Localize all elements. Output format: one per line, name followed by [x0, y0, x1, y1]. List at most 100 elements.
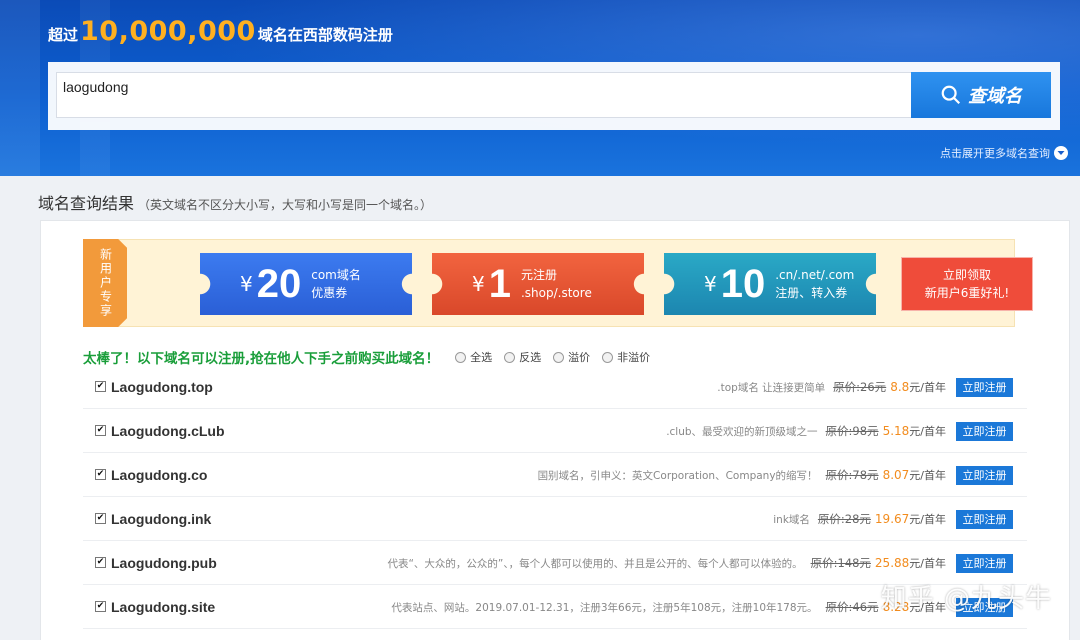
register-button[interactable]: 立即注册 — [956, 553, 1013, 573]
coupon-line1: com域名 — [311, 268, 361, 282]
domain-name: Laogudong.co — [111, 466, 208, 483]
coupon-amount: 10 — [720, 261, 766, 306]
coupon-line2: 注册、转入券 — [775, 286, 848, 300]
domain-search-input[interactable] — [56, 72, 911, 118]
coupon-line2: .shop/.store — [520, 286, 592, 300]
coupon-desc: com域名 优惠券 — [311, 266, 361, 302]
coupon-shop-store[interactable]: ¥ 1 元注册 .shop/.store — [432, 253, 644, 315]
radio-label: 溢价 — [568, 351, 591, 364]
domain-name: Laogudong.ink — [111, 510, 212, 527]
radio-label: 非溢价 — [617, 351, 651, 364]
table-row: ✔ Laogudong.cLub .club、最受欢迎的新顶级域之一 原价:98… — [83, 409, 1027, 453]
hero-title: 超过 10,000,000 域名在西部数码注册 — [48, 16, 393, 47]
radio-circle-icon — [602, 351, 614, 363]
title-prefix: 超过 — [48, 26, 79, 44]
sale-price: 25.88 — [874, 556, 910, 570]
original-price: 原价:28元 — [817, 512, 871, 526]
domain-checkbox[interactable]: ✔ — [95, 557, 106, 568]
coupon-yen: ¥ — [240, 272, 253, 296]
price-unit: 元/首年 — [909, 513, 946, 526]
promo-banner: 新用户专享 ¥ 20 com域名 优惠券 ¥ 1 元注册 .shop/.stor… — [83, 239, 1033, 327]
radio-circle-icon — [455, 351, 467, 363]
domain-checkbox[interactable]: ✔ — [95, 381, 106, 392]
domain-price-group: ink域名 原价:28元 19.67 元/首年 立即注册 — [773, 497, 1013, 541]
coupon-line1: 元注册 — [520, 268, 557, 282]
domain-note: 代表“、大众的，公众的”、，每个人都可以使用的、并且是公开的、每个人都可以体验的… — [387, 557, 803, 570]
domain-note: 国别域名，引申义：英文Corporation、Company的缩写！ — [537, 469, 818, 482]
sale-price: 8.8 — [890, 380, 910, 394]
results-heading: 域名查询结果 （英文域名不区分大小写，大写和小写是同一个域名。） — [38, 190, 432, 214]
title-number: 10,000,000 — [80, 16, 256, 47]
original-price: 原价:46元 — [825, 600, 879, 614]
domain-note: .top域名 让连接更简单 — [717, 381, 826, 394]
radio-premium[interactable]: 溢价 — [553, 349, 590, 365]
coupon-amount: 20 — [256, 261, 302, 306]
claim-gift-button[interactable]: 立即领取 新用户6重好礼! — [901, 257, 1033, 311]
domain-checkbox[interactable]: ✔ — [95, 469, 106, 480]
register-button[interactable]: 立即注册 — [956, 509, 1013, 529]
coupon-desc: 元注册 .shop/.store — [521, 266, 592, 302]
sale-price: 8.07 — [882, 468, 910, 482]
available-message: 太棒了！以下域名可以注册,抢在他人下手之前购买此域名！ — [83, 351, 440, 367]
price-unit: 元/首年 — [909, 469, 946, 482]
search-hero: 超过 10,000,000 域名在西部数码注册 查域名 点击展开更多域名查询 — [0, 0, 1080, 176]
price-unit: 元/首年 — [909, 381, 946, 394]
results-panel: 新用户专享 ¥ 20 com域名 优惠券 ¥ 1 元注册 .shop/.stor… — [40, 220, 1070, 640]
claim-line1: 立即领取 — [942, 268, 991, 282]
domain-checkbox[interactable]: ✔ — [95, 601, 106, 612]
coupon-yen: ¥ — [472, 272, 485, 296]
radio-select-all[interactable]: 全选 — [455, 349, 492, 365]
coupon-line1: .cn/.net/.com — [775, 268, 855, 282]
original-price: 原价:26元 — [833, 380, 887, 394]
original-price: 原价:148元 — [810, 556, 871, 570]
coupon-com[interactable]: ¥ 20 com域名 优惠券 — [200, 253, 412, 315]
table-row: ✔ Laogudong.co 国别域名，引申义：英文Corporation、Co… — [83, 453, 1027, 497]
chevron-down-icon — [1054, 146, 1068, 160]
domain-note: .club、最受欢迎的新顶级域之一 — [666, 425, 818, 438]
domain-checkbox[interactable]: ✔ — [95, 425, 106, 436]
new-user-tag: 新用户专享 — [83, 239, 127, 327]
search-domain-button[interactable]: 查域名 — [911, 72, 1051, 118]
original-price: 原价:98元 — [825, 424, 879, 438]
table-row: ✔ Laogudong.ink ink域名 原价:28元 19.67 元/首年 … — [83, 497, 1027, 541]
register-button[interactable]: 立即注册 — [956, 421, 1013, 441]
domain-name: Laogudong.pub — [111, 554, 217, 571]
watermark: 知乎 @九头牛 — [880, 584, 1052, 614]
radio-invert[interactable]: 反选 — [504, 349, 541, 365]
domain-price-group: 国别域名，引申义：英文Corporation、Company的缩写！ 原价:78… — [538, 453, 1013, 497]
radio-label: 全选 — [470, 351, 493, 364]
sale-price: 19.67 — [874, 512, 910, 526]
register-button[interactable]: 立即注册 — [956, 377, 1013, 397]
table-row: ✔ Laogudong.top .top域名 让连接更简单 原价:26元 8.8… — [83, 365, 1027, 409]
sale-price: 5.18 — [882, 424, 910, 438]
original-price: 原价:78元 — [825, 468, 879, 482]
coupon-cn-net-com[interactable]: ¥ 10 .cn/.net/.com 注册、转入券 — [664, 253, 876, 315]
search-icon — [941, 85, 961, 105]
results-title: 域名查询结果 — [38, 194, 135, 213]
claim-line2: 新用户6重好礼! — [924, 286, 1010, 300]
radio-label: 反选 — [519, 351, 542, 364]
radio-non-premium[interactable]: 非溢价 — [602, 349, 650, 365]
register-button[interactable]: 立即注册 — [956, 465, 1013, 485]
radio-circle-icon — [553, 351, 565, 363]
price-unit: 元/首年 — [909, 557, 946, 570]
domain-name: Laogudong.site — [111, 598, 216, 615]
coupon-desc: .cn/.net/.com 注册、转入券 — [775, 266, 854, 302]
radio-circle-icon — [504, 351, 516, 363]
more-domain-query-link[interactable]: 点击展开更多域名查询 — [940, 145, 1068, 161]
results-note: （英文域名不区分大小写，大写和小写是同一个域名。） — [138, 198, 433, 212]
search-button-label: 查域名 — [968, 86, 1022, 107]
domain-name: Laogudong.cLub — [111, 422, 225, 439]
search-bar: 查域名 — [48, 62, 1060, 130]
filter-row: 太棒了！以下域名可以注册,抢在他人下手之前购买此域名！ 全选 反选 溢价 非溢价 — [83, 347, 662, 367]
more-link-label: 点击展开更多域名查询 — [940, 147, 1050, 160]
domain-name: Laogudong.top — [111, 378, 213, 395]
domain-checkbox[interactable]: ✔ — [95, 513, 106, 524]
coupon-yen: ¥ — [704, 272, 717, 296]
domain-price-group: .club、最受欢迎的新顶级域之一 原价:98元 5.18 元/首年 立即注册 — [666, 409, 1013, 453]
coupon-amount: 1 — [488, 261, 511, 306]
domain-price-group: .top域名 让连接更简单 原价:26元 8.8 元/首年 立即注册 — [717, 365, 1013, 409]
title-suffix: 域名在西部数码注册 — [257, 26, 393, 44]
price-unit: 元/首年 — [909, 425, 946, 438]
domain-note: 代表站点、网站。2019.07.01-12.31，注册3年66元，注册5年108… — [391, 601, 818, 614]
